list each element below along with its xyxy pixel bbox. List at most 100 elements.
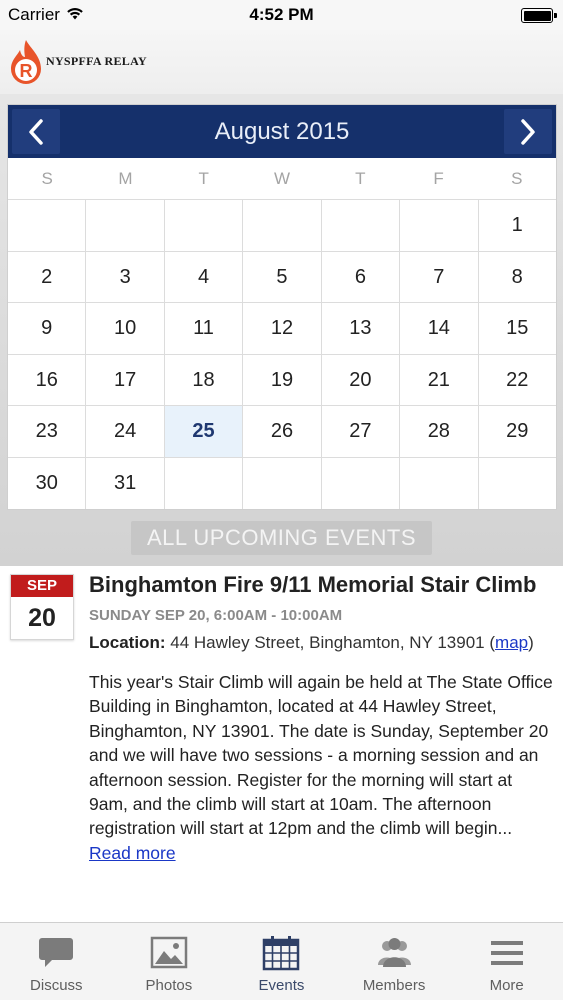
calendar-day[interactable]: 14 [400, 303, 479, 354]
calendar-day[interactable]: 11 [165, 303, 244, 354]
calendar-day[interactable]: 9 [8, 303, 87, 354]
people-icon [378, 938, 412, 967]
map-paren-close: ) [528, 633, 534, 652]
calendar-day[interactable]: 29 [479, 406, 556, 457]
tab-members[interactable]: Members [338, 923, 451, 1000]
calendar-day[interactable]: 7 [400, 251, 479, 302]
weekday-label: T [198, 169, 209, 188]
calendar-day[interactable]: 15 [479, 303, 556, 354]
event-title[interactable]: Binghamton Fire 9/11 Memorial Stair Clim… [89, 570, 553, 599]
weekday-label: F [433, 169, 444, 188]
weekday-label: T [355, 169, 366, 188]
calendar-section: August 2015 S M T W T F S 1 2 3 4 5 6 7 … [0, 94, 563, 566]
calendar-day[interactable]: 30 [8, 457, 87, 509]
month-title: August 2015 [214, 118, 350, 145]
calendar-day-empty [479, 458, 556, 510]
calendar-day[interactable]: 21 [400, 354, 479, 405]
calendar-day[interactable]: 2 [8, 251, 87, 302]
status-bar: Carrier 4:52 PM [0, 0, 563, 30]
calendar-day[interactable]: 17 [86, 354, 165, 405]
all-upcoming-events-button[interactable]: ALL UPCOMING EVENTS [131, 521, 432, 555]
calendar-day[interactable]: 6 [322, 251, 401, 302]
svg-text:R: R [20, 61, 33, 81]
calendar-day[interactable]: 18 [165, 354, 244, 405]
calendar-day[interactable]: 4 [165, 251, 244, 302]
calendar-day[interactable]: 1 [479, 200, 556, 251]
calendar-day[interactable]: 20 [322, 354, 401, 405]
app-logo[interactable]: R NYSPFFA RELAY [8, 38, 147, 88]
event-day: 20 [28, 604, 56, 632]
calendar-day-empty [400, 200, 479, 251]
weekday-label: S [41, 169, 53, 188]
app-header: R NYSPFFA RELAY [0, 30, 563, 94]
calendar-day-today[interactable]: 25 [164, 406, 244, 457]
weekday-label: M [118, 169, 133, 188]
calendar-day[interactable]: 26 [243, 406, 322, 457]
description-text: This year's Stair Climb will again be he… [89, 672, 553, 839]
event-item: SEP 20 Binghamton Fire 9/11 Memorial Sta… [0, 566, 563, 922]
calendar-week: 30 31 [8, 457, 556, 510]
weekday-label: W [273, 169, 290, 188]
event-month: SEP [11, 575, 73, 597]
calendar-icon [263, 936, 300, 971]
battery-icon [521, 8, 557, 23]
calendar-day-empty [400, 457, 479, 509]
calendar-day[interactable]: 5 [243, 251, 322, 302]
calendar-day[interactable]: 23 [8, 406, 87, 457]
calendar-week: 2 3 4 5 6 7 8 [8, 251, 556, 303]
calendar-day-empty [243, 457, 322, 509]
tab-discuss[interactable]: Discuss [0, 923, 113, 1000]
weekday-header: S M T W T F S [8, 158, 556, 200]
tab-label: Members [362, 977, 426, 994]
calendar-day-empty [86, 200, 165, 251]
calendar-day[interactable]: 8 [479, 252, 556, 303]
calendar-day-empty [165, 200, 244, 251]
calendar-day-empty [322, 457, 401, 509]
calendar-day[interactable]: 31 [86, 457, 165, 509]
calendar-day[interactable]: 3 [86, 251, 165, 302]
event-date-badge: SEP 20 [10, 574, 74, 640]
calendar-day-empty [8, 200, 87, 251]
calendar-day-empty [322, 200, 401, 251]
calendar-day[interactable]: 24 [86, 406, 165, 457]
calendar-day[interactable]: 19 [243, 354, 322, 405]
calendar-header: August 2015 [8, 105, 556, 158]
calendar-day[interactable]: 16 [8, 354, 87, 405]
calendar-day[interactable]: 28 [400, 406, 479, 457]
calendar-day[interactable]: 12 [243, 303, 322, 354]
calendar-day[interactable]: 22 [479, 355, 556, 406]
photo-icon [150, 936, 188, 969]
tab-label: Events [258, 977, 305, 994]
event-description: This year's Stair Climb will again be he… [89, 670, 553, 865]
calendar-day-empty [165, 457, 244, 509]
tab-label: Discuss [30, 977, 83, 994]
tab-more[interactable]: More [450, 923, 563, 1000]
calendar-week: 1 [8, 200, 556, 252]
tab-bar: Discuss Photos Events Members More [0, 922, 563, 1000]
calendar-week: 9 10 11 12 13 14 15 [8, 303, 556, 355]
read-more-link[interactable]: Read more [89, 843, 176, 863]
logo-text: NYSPFFA RELAY [46, 53, 147, 68]
next-month-button[interactable] [504, 109, 552, 154]
chevron-right-icon [521, 118, 535, 145]
tab-events[interactable]: Events [225, 923, 338, 1000]
calendar-week: 16 17 18 19 20 21 22 [8, 354, 556, 406]
weekday-label: S [511, 169, 523, 188]
location-address: 44 Hawley Street, Binghamton, NY 13901 [170, 633, 485, 652]
event-body: Binghamton Fire 9/11 Memorial Stair Clim… [89, 570, 553, 865]
tab-label: More [489, 977, 524, 994]
calendar-day[interactable]: 13 [322, 303, 401, 354]
calendar-day[interactable]: 10 [86, 303, 165, 354]
tab-photos[interactable]: Photos [113, 923, 226, 1000]
calendar-day[interactable]: 27 [322, 406, 401, 457]
tab-label: Photos [145, 977, 193, 994]
menu-icon [490, 941, 523, 965]
flame-logo-icon: R [11, 40, 41, 84]
calendar: August 2015 S M T W T F S 1 2 3 4 5 6 7 … [7, 104, 557, 510]
calendar-week: 23 24 25 26 27 28 29 [8, 406, 556, 458]
clock-time: 4:52 PM [249, 5, 314, 24]
event-location: Location: 44 Hawley Street, Binghamton, … [89, 631, 553, 655]
map-link[interactable]: map [495, 633, 528, 652]
calendar-day-empty [243, 200, 322, 251]
chat-bubble-icon [39, 938, 74, 967]
